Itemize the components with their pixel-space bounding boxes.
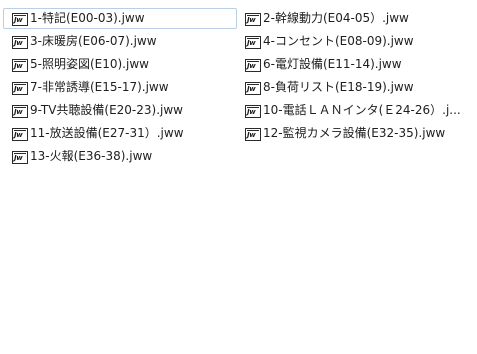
file-name: 4-コンセント(E08-09).jww <box>263 34 414 48</box>
file-name: 6-電灯設備(E11-14).jww <box>263 57 402 71</box>
file-item[interactable]: Jw 6-電灯設備(E11-14).jww <box>236 54 472 75</box>
file-item[interactable]: Jw 10-電話ＬＡＮインタ(Ｅ24-26）.j... <box>236 100 472 121</box>
jww-file-icon: Jw <box>12 104 28 118</box>
file-name: 7-非常誘導(E15-17).jww <box>30 80 169 94</box>
jww-file-icon: Jw <box>245 104 261 118</box>
file-name: 9-TV共聴設備(E20-23).jww <box>30 103 183 117</box>
file-item[interactable]: Jw 13-火報(E36-38).jww <box>3 146 237 167</box>
jww-file-icon: Jw <box>12 81 28 95</box>
file-item[interactable]: Jw 11-放送設備(E27-31）.jww <box>3 123 237 144</box>
file-item[interactable]: Jw 1-特記(E00-03).jww <box>3 8 237 29</box>
jww-file-icon: Jw <box>245 12 261 26</box>
file-item[interactable]: Jw 5-照明姿図(E10).jww <box>3 54 237 75</box>
jww-file-icon: Jw <box>245 81 261 95</box>
file-item[interactable]: Jw 12-監視カメラ設備(E32-35).jww <box>236 123 472 144</box>
file-name: 11-放送設備(E27-31）.jww <box>30 126 184 140</box>
file-item[interactable]: Jw 9-TV共聴設備(E20-23).jww <box>3 100 237 121</box>
file-name: 5-照明姿図(E10).jww <box>30 57 149 71</box>
jww-file-icon: Jw <box>245 58 261 72</box>
file-list: Jw 1-特記(E00-03).jww Jw 2-幹線動力(E04-05）.jw… <box>0 0 477 354</box>
file-name: 8-負荷リスト(E18-19).jww <box>263 80 414 94</box>
jww-file-icon: Jw <box>12 127 28 141</box>
file-item[interactable]: Jw 4-コンセント(E08-09).jww <box>236 31 472 52</box>
file-name: 10-電話ＬＡＮインタ(Ｅ24-26）.j... <box>263 103 461 117</box>
file-name: 1-特記(E00-03).jww <box>30 11 145 25</box>
file-item[interactable]: Jw 3-床暖房(E06-07).jww <box>3 31 237 52</box>
jww-file-icon: Jw <box>12 12 28 26</box>
jww-file-icon: Jw <box>12 58 28 72</box>
file-name: 2-幹線動力(E04-05）.jww <box>263 11 409 25</box>
file-item[interactable]: Jw 8-負荷リスト(E18-19).jww <box>236 77 472 98</box>
file-name: 13-火報(E36-38).jww <box>30 149 153 163</box>
jww-file-icon: Jw <box>12 150 28 164</box>
file-name: 12-監視カメラ設備(E32-35).jww <box>263 126 446 140</box>
file-item[interactable]: Jw 2-幹線動力(E04-05）.jww <box>236 8 472 29</box>
jww-file-icon: Jw <box>245 127 261 141</box>
file-item[interactable]: Jw 7-非常誘導(E15-17).jww <box>3 77 237 98</box>
jww-file-icon: Jw <box>12 35 28 49</box>
jww-file-icon: Jw <box>245 35 261 49</box>
file-name: 3-床暖房(E06-07).jww <box>30 34 157 48</box>
